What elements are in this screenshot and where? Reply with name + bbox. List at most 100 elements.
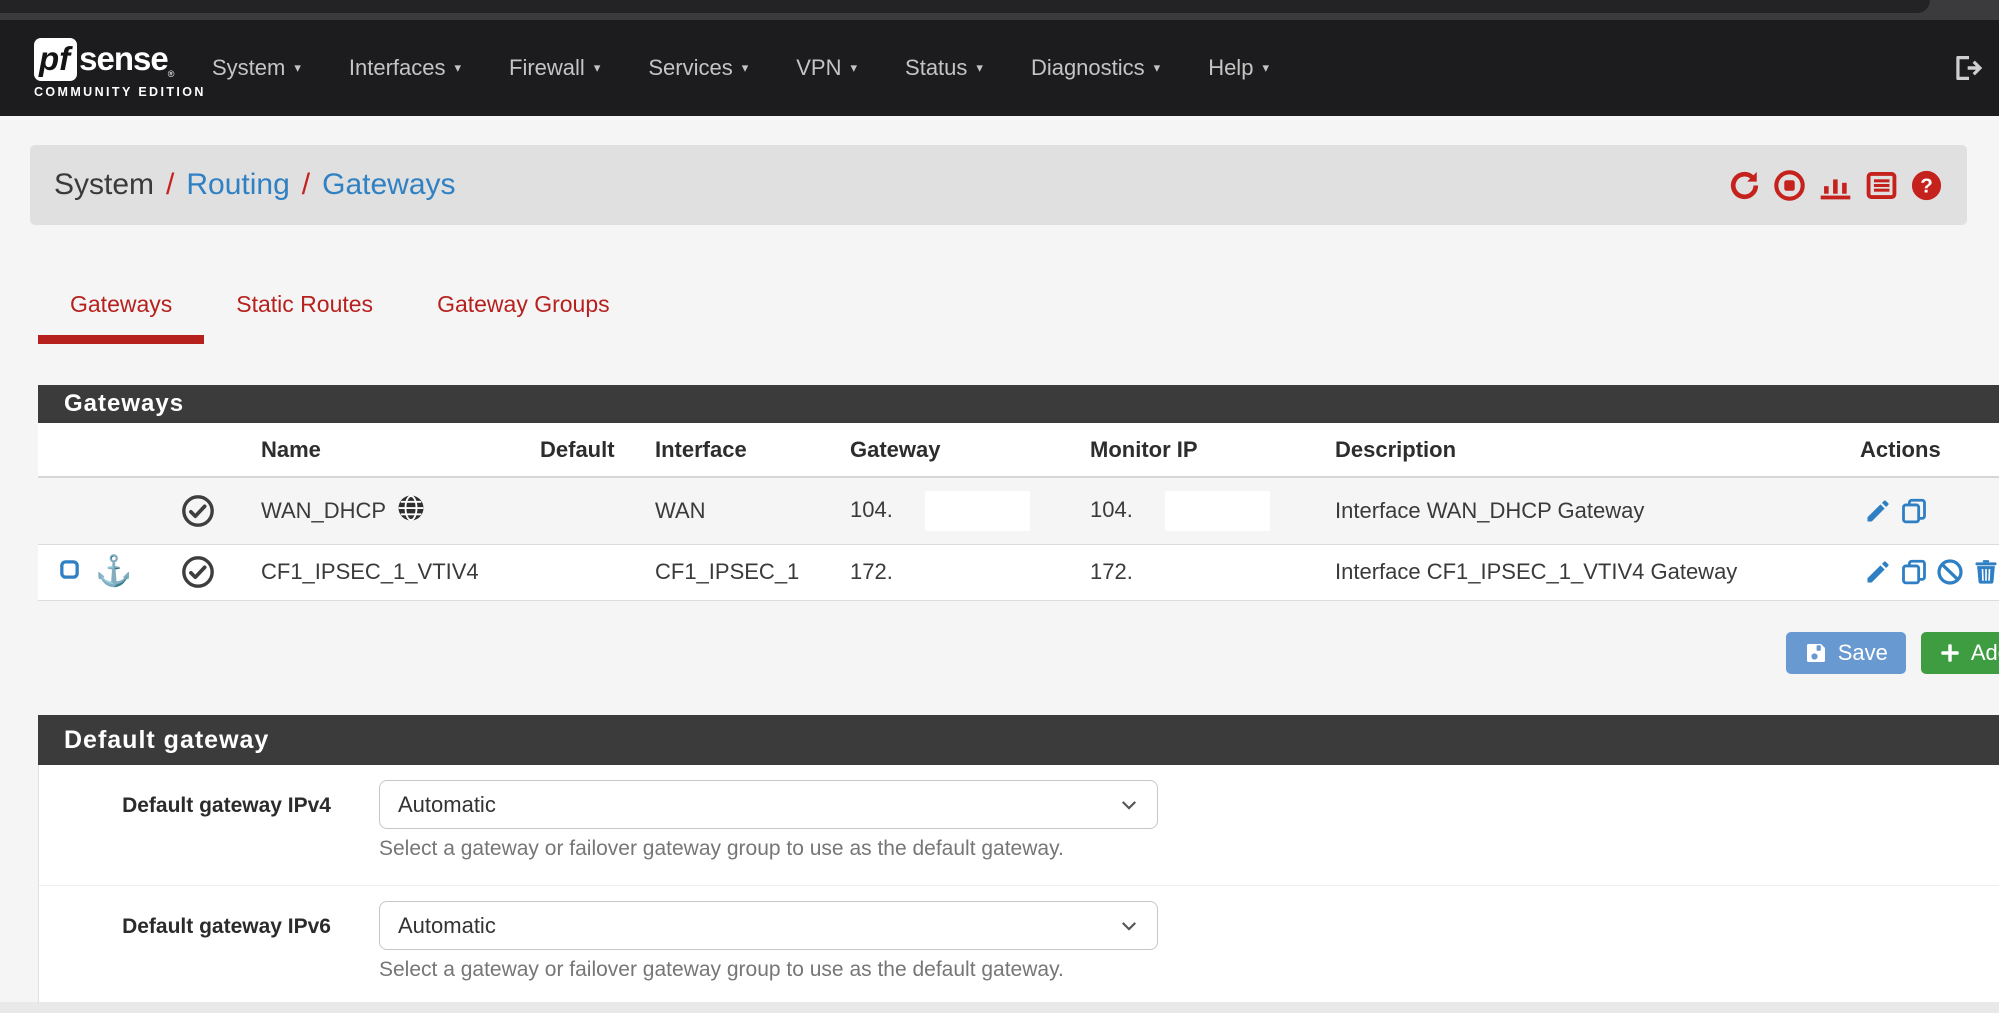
gateway-status-check-circle-icon — [163, 555, 225, 589]
chevron-down-icon: ▾ — [455, 60, 462, 76]
breadcrumb-gateways-link[interactable]: Gateways — [322, 168, 455, 202]
top-navbar: pfsense® COMMUNITY EDITION System▾ Inter… — [0, 20, 1999, 116]
default-gateway-panel: Default gateway Default gateway IPv4 Aut… — [38, 715, 1999, 1007]
gateways-table: Name Default Interface Gateway Monitor I… — [38, 423, 1999, 601]
default-gateway-ipv6-select[interactable]: Automatic — [379, 901, 1158, 950]
add-button[interactable]: Add — [1921, 632, 1999, 674]
logo-registered-mark: ® — [168, 69, 175, 79]
browser-chrome-strip — [0, 0, 1999, 20]
chevron-down-icon: ▾ — [1154, 60, 1161, 76]
col-header-description: Description — [1293, 423, 1818, 477]
gateways-panel-title: Gateways — [38, 385, 1999, 423]
floppy-disk-icon — [1804, 641, 1828, 665]
chevron-down-icon — [1119, 795, 1139, 815]
anchor-icon[interactable]: ⚓ — [95, 557, 132, 587]
monitor-ip: 172. — [1048, 544, 1293, 600]
gateway-name: CF1_IPSEC_1_VTIV4 — [225, 544, 498, 600]
routing-tabs: Gateways Static Routes Gateway Groups — [38, 281, 642, 344]
nav-menu: System▾ Interfaces▾ Firewall▾ Services▾ … — [188, 55, 1293, 81]
field-help-text: Select a gateway or failover gateway gro… — [379, 837, 1999, 861]
breadcrumb: System / Routing / Gateways — [54, 168, 456, 202]
gateway-interface: WAN — [613, 477, 808, 544]
nav-item-status[interactable]: Status▾ — [881, 55, 1007, 81]
tab-gateway-groups[interactable]: Gateway Groups — [405, 281, 642, 344]
gateway-address: 172. — [808, 544, 1048, 600]
logo-pf: pf — [34, 38, 77, 81]
stop-icon[interactable] — [1773, 169, 1806, 202]
edit-pencil-icon[interactable] — [1864, 558, 1892, 586]
col-header-name: Name — [225, 423, 498, 477]
gateway-description: Interface CF1_IPSEC_1_VTIV4 Gateway — [1293, 544, 1818, 600]
save-button[interactable]: Save — [1786, 632, 1906, 674]
breadcrumb-separator: / — [166, 168, 174, 202]
chevron-down-icon: ▾ — [976, 60, 983, 76]
monitoring-graph-icon[interactable] — [1818, 169, 1853, 202]
table-row-cf1-ipsec: ⚓ CF1_IPSEC_1_VTIV4 CF1_IPSEC_1 172. 172… — [38, 544, 1999, 600]
col-header-monitor-ip: Monitor IP — [1048, 423, 1293, 477]
default-gateway-panel-title: Default gateway — [38, 715, 1999, 765]
redacted-monitor-value — [1165, 491, 1270, 531]
nav-item-interfaces[interactable]: Interfaces▾ — [325, 55, 485, 81]
gateway-name: WAN_DHCP — [261, 498, 386, 524]
table-buttons-row: Save Add — [38, 632, 1999, 674]
gateway-default — [498, 544, 613, 600]
selected-value: Automatic — [398, 792, 496, 818]
table-header-row: Name Default Interface Gateway Monitor I… — [38, 423, 1999, 477]
breadcrumb-bar: System / Routing / Gateways ? — [30, 145, 1967, 225]
delete-trash-icon[interactable] — [1972, 558, 1999, 586]
tab-static-routes[interactable]: Static Routes — [204, 281, 405, 344]
chevron-down-icon: ▾ — [851, 60, 858, 76]
nav-item-vpn[interactable]: VPN▾ — [772, 55, 881, 81]
nav-item-services[interactable]: Services▾ — [624, 55, 772, 81]
col-header-interface: Interface — [613, 423, 808, 477]
plus-icon — [1939, 642, 1961, 664]
breadcrumb-routing-link[interactable]: Routing — [186, 168, 289, 202]
col-header-default: Default — [498, 423, 613, 477]
logo-edition: COMMUNITY EDITION — [34, 85, 180, 99]
checkbox-square-icon[interactable] — [58, 558, 81, 587]
disable-ban-icon[interactable] — [1936, 558, 1964, 586]
svg-text:?: ? — [1920, 174, 1933, 197]
tab-gateways[interactable]: Gateways — [38, 281, 204, 344]
gateways-panel: Gateways Name Default Interface Gateway … — [38, 385, 1999, 601]
gateway-default — [498, 477, 613, 544]
nav-item-system[interactable]: System▾ — [188, 55, 325, 81]
monitor-ip: 104. — [1090, 497, 1133, 522]
default-gateway-ipv4-select[interactable]: Automatic — [379, 780, 1158, 829]
pfsense-gateways-page: { "colors": { "accent_red": "#c5211d", "… — [0, 0, 1999, 1013]
nav-item-diagnostics[interactable]: Diagnostics▾ — [1007, 55, 1184, 81]
default-gateway-ipv6-label: Default gateway IPv6 — [39, 915, 379, 982]
gateway-interface: CF1_IPSEC_1 — [613, 544, 808, 600]
chevron-down-icon: ▾ — [742, 60, 749, 76]
selected-value: Automatic — [398, 913, 496, 939]
browser-tab-shape — [0, 0, 1930, 13]
nav-item-help[interactable]: Help▾ — [1184, 55, 1293, 81]
field-help-text: Select a gateway or failover gateway gro… — [379, 958, 1999, 982]
redacted-gateway-value — [925, 491, 1030, 531]
chevron-down-icon: ▾ — [294, 60, 301, 76]
sign-out-icon[interactable] — [1951, 52, 1983, 84]
chevron-down-icon: ▾ — [1262, 60, 1269, 76]
nav-item-firewall[interactable]: Firewall▾ — [485, 55, 624, 81]
edit-pencil-icon[interactable] — [1864, 497, 1892, 525]
gateway-status-check-circle-icon — [163, 494, 225, 528]
default-gateway-ipv4-label: Default gateway IPv4 — [39, 794, 379, 861]
breadcrumb-separator: / — [302, 168, 310, 202]
gateway-description: Interface WAN_DHCP Gateway — [1293, 477, 1818, 544]
log-list-icon[interactable] — [1865, 169, 1898, 202]
default-gateway-ipv6-row: Default gateway IPv6 Automatic Select a … — [39, 886, 1999, 1006]
copy-icon[interactable] — [1900, 497, 1928, 525]
page-bottom-strip — [0, 1002, 1999, 1013]
pfsense-logo[interactable]: pfsense® COMMUNITY EDITION — [34, 38, 180, 99]
col-header-actions: Actions — [1818, 423, 1999, 477]
help-icon[interactable]: ? — [1910, 169, 1943, 202]
logo-sense: sense — [79, 40, 168, 78]
globe-icon — [396, 493, 426, 529]
page-header-icons: ? — [1728, 169, 1943, 202]
chevron-down-icon — [1119, 916, 1139, 936]
default-gateway-ipv4-row: Default gateway IPv4 Automatic Select a … — [39, 765, 1999, 886]
col-header-gateway: Gateway — [808, 423, 1048, 477]
breadcrumb-system: System — [54, 168, 154, 202]
refresh-icon[interactable] — [1728, 169, 1761, 202]
copy-icon[interactable] — [1900, 558, 1928, 586]
